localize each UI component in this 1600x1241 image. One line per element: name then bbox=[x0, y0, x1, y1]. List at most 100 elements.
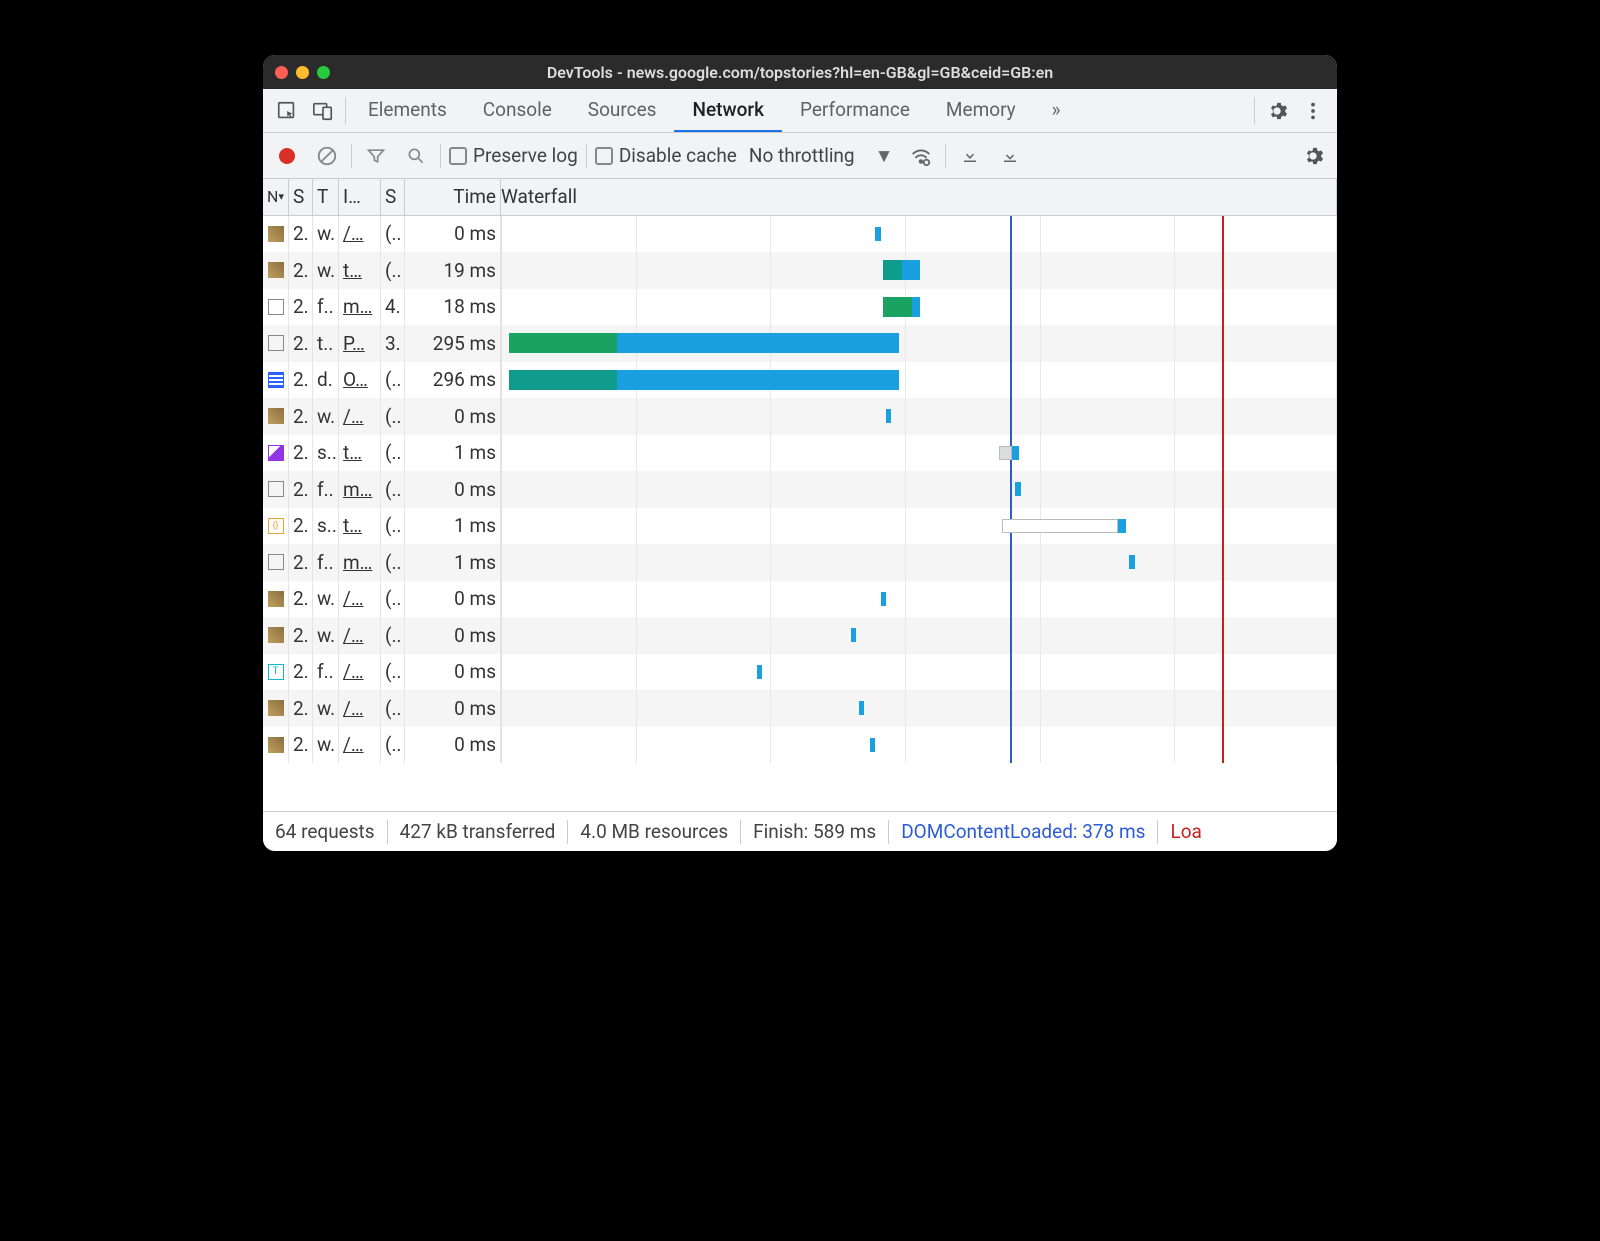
cell-status: 2. bbox=[289, 362, 313, 399]
cell-type: f.. bbox=[313, 471, 339, 508]
cell-size: (.. bbox=[381, 471, 405, 508]
more-menu-button[interactable] bbox=[1295, 89, 1331, 132]
titlebar: DevTools - news.google.com/topstories?hl… bbox=[263, 55, 1337, 89]
clear-button[interactable] bbox=[311, 140, 343, 172]
file-icon bbox=[268, 299, 284, 315]
table-row[interactable]: T 2. f.. /… (.. 0 ms bbox=[263, 654, 1337, 691]
table-row[interactable]: 2. s.. t… (.. 1 ms bbox=[263, 435, 1337, 472]
cell-initiator: O… bbox=[339, 362, 381, 399]
export-har-button[interactable] bbox=[994, 140, 1026, 172]
cell-initiator: m… bbox=[339, 289, 381, 326]
waterfall-cell bbox=[501, 581, 1336, 618]
tab-console[interactable]: Console bbox=[465, 89, 570, 132]
cell-type: w. bbox=[313, 398, 339, 435]
waterfall-cell bbox=[501, 435, 1336, 472]
image-thumb-icon bbox=[268, 408, 284, 424]
cell-type: w. bbox=[313, 727, 339, 764]
table-row[interactable]: 2. w. /… (.. 0 ms bbox=[263, 617, 1337, 654]
cell-status: 2. bbox=[289, 216, 313, 253]
cell-status: 2. bbox=[289, 435, 313, 472]
col-status[interactable]: S bbox=[289, 179, 313, 215]
col-size[interactable]: S bbox=[381, 179, 405, 215]
cell-time: 296 ms bbox=[405, 362, 501, 399]
col-time[interactable]: Time bbox=[405, 179, 501, 215]
cell-status: 2. bbox=[289, 398, 313, 435]
image-thumb-icon bbox=[268, 700, 284, 716]
device-toolbar-button[interactable] bbox=[305, 89, 341, 132]
preserve-log-checkbox[interactable]: Preserve log bbox=[449, 144, 578, 167]
cell-size: (.. bbox=[381, 362, 405, 399]
table-row[interactable]: 2. f.. m… 4. 18 ms bbox=[263, 289, 1337, 326]
tab-network[interactable]: Network bbox=[674, 89, 782, 132]
disable-cache-checkbox[interactable]: Disable cache bbox=[595, 144, 737, 167]
cell-status: 2. bbox=[289, 690, 313, 727]
cell-initiator: m… bbox=[339, 544, 381, 581]
tab-elements[interactable]: Elements bbox=[350, 89, 465, 132]
cell-status: 2. bbox=[289, 508, 313, 545]
table-row[interactable]: 2. w. /… (.. 0 ms bbox=[263, 727, 1337, 764]
cell-size: 4. bbox=[381, 289, 405, 326]
tab-memory[interactable]: Memory bbox=[928, 89, 1034, 132]
import-har-button[interactable] bbox=[954, 140, 986, 172]
settings-button[interactable] bbox=[1259, 89, 1295, 132]
table-row[interactable]: 2. d. O… (.. 296 ms bbox=[263, 362, 1337, 399]
cell-size: (.. bbox=[381, 252, 405, 289]
cell-time: 0 ms bbox=[405, 690, 501, 727]
image-thumb-icon bbox=[268, 591, 284, 607]
tab-sources[interactable]: Sources bbox=[570, 89, 675, 132]
table-row[interactable]: 2. w. /… (.. 0 ms bbox=[263, 398, 1337, 435]
waterfall-cell bbox=[501, 690, 1336, 727]
col-name[interactable]: N ▾ bbox=[263, 179, 289, 215]
cell-time: 1 ms bbox=[405, 508, 501, 545]
status-load: Loa bbox=[1170, 820, 1201, 843]
table-row[interactable]: 2. f.. m… (.. 0 ms bbox=[263, 471, 1337, 508]
file-icon bbox=[268, 335, 284, 351]
close-window-button[interactable] bbox=[275, 66, 288, 79]
waterfall-cell bbox=[501, 654, 1336, 691]
cell-status: 2. bbox=[289, 252, 313, 289]
cell-status: 2. bbox=[289, 544, 313, 581]
col-type[interactable]: T bbox=[313, 179, 339, 215]
script-icon: {} bbox=[268, 518, 284, 534]
cell-size: 3. bbox=[381, 325, 405, 362]
waterfall-cell bbox=[501, 252, 1336, 289]
record-button[interactable] bbox=[271, 140, 303, 172]
network-conditions-button[interactable] bbox=[905, 140, 937, 172]
zoom-window-button[interactable] bbox=[317, 66, 330, 79]
image-thumb-icon bbox=[268, 226, 284, 242]
cell-initiator: /… bbox=[339, 398, 381, 435]
status-domcontentloaded: DOMContentLoaded: 378 ms bbox=[901, 820, 1145, 843]
minimize-window-button[interactable] bbox=[296, 66, 309, 79]
cell-size: (.. bbox=[381, 617, 405, 654]
cell-type: w. bbox=[313, 617, 339, 654]
table-row[interactable]: 2. w. /… (.. 0 ms bbox=[263, 216, 1337, 253]
tab-performance[interactable]: Performance bbox=[782, 89, 928, 132]
status-requests: 64 requests bbox=[267, 820, 375, 843]
search-button[interactable] bbox=[400, 140, 432, 172]
cell-time: 0 ms bbox=[405, 216, 501, 253]
devtools-tabbar: Elements Console Sources Network Perform… bbox=[263, 89, 1337, 133]
col-waterfall[interactable]: Waterfall bbox=[501, 179, 1337, 215]
table-row[interactable]: 2. t.. P… 3. 295 ms bbox=[263, 325, 1337, 362]
table-row[interactable]: 2. w. /… (.. 0 ms bbox=[263, 690, 1337, 727]
table-row[interactable]: 2. f.. m… (.. 1 ms bbox=[263, 544, 1337, 581]
inspect-element-button[interactable] bbox=[269, 89, 305, 132]
devtools-window: DevTools - news.google.com/topstories?hl… bbox=[263, 55, 1337, 851]
cell-size: (.. bbox=[381, 727, 405, 764]
panel-tabs: Elements Console Sources Network Perform… bbox=[350, 89, 1250, 132]
table-row[interactable]: 2. w. /… (.. 0 ms bbox=[263, 581, 1337, 618]
cell-type: s.. bbox=[313, 508, 339, 545]
cell-type: w. bbox=[313, 252, 339, 289]
tabs-overflow-button[interactable]: » bbox=[1034, 89, 1079, 132]
filter-button[interactable] bbox=[360, 140, 392, 172]
table-row[interactable]: 2. w. t… (.. 19 ms bbox=[263, 252, 1337, 289]
cell-initiator: P… bbox=[339, 325, 381, 362]
network-settings-button[interactable] bbox=[1297, 140, 1329, 172]
chevron-down-icon: ▼ bbox=[875, 144, 894, 168]
cell-type: t.. bbox=[313, 325, 339, 362]
col-initiator[interactable]: I… bbox=[339, 179, 381, 215]
table-row[interactable]: {} 2. s.. t… (.. 1 ms bbox=[263, 508, 1337, 545]
preserve-log-label: Preserve log bbox=[473, 144, 578, 167]
throttling-dropdown[interactable]: No throttling ▼ bbox=[745, 144, 898, 168]
status-resources: 4.0 MB resources bbox=[580, 820, 728, 843]
